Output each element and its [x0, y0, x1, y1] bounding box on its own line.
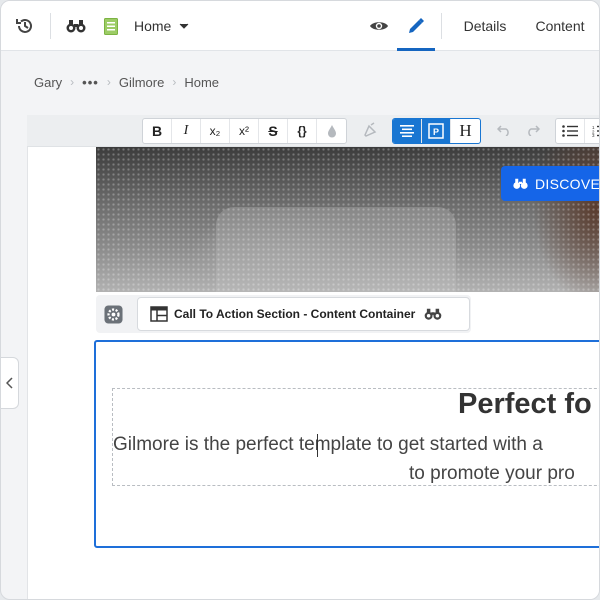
breadcrumb-chevron-icon: ›	[106, 75, 111, 89]
app-frame: Home Details Content Gary › ••• › Gilmor…	[0, 0, 600, 600]
page-selector[interactable]: Home	[134, 1, 194, 51]
rich-text-toolbar: B I x₂ x² S {} P H 1 2 3	[142, 118, 599, 144]
chevron-left-icon	[6, 377, 13, 389]
color-drop-icon[interactable]	[317, 119, 346, 143]
gear-icon[interactable]	[102, 303, 124, 325]
undo-icon[interactable]	[489, 118, 518, 142]
binoculars-icon[interactable]	[424, 307, 442, 321]
code-button[interactable]: {}	[288, 119, 317, 143]
breadcrumb-item[interactable]: Gilmore	[119, 75, 165, 90]
bold-button[interactable]: B	[143, 119, 172, 143]
tab-content-label: Content	[535, 18, 585, 34]
tab-details[interactable]: Details	[457, 1, 513, 51]
clear-format-icon[interactable]	[355, 118, 384, 142]
cta-body-line-2[interactable]: to promote your pro	[409, 463, 575, 485]
tab-details-label: Details	[463, 18, 507, 34]
text-caret	[317, 434, 318, 457]
breadcrumb-item[interactable]: Home	[184, 75, 219, 90]
page-selector-label: Home	[134, 18, 172, 34]
discover-button[interactable]: DISCOVE	[501, 166, 600, 201]
svg-text:P: P	[433, 127, 439, 137]
italic-button[interactable]: I	[172, 119, 201, 143]
superscript-button[interactable]: x²	[230, 119, 259, 143]
top-bar: Home Details Content	[1, 1, 599, 51]
breadcrumb-chevron-icon: ›	[70, 75, 75, 89]
breadcrumb: Gary › ••• › Gilmore › Home	[34, 73, 219, 91]
svg-text:3: 3	[592, 133, 595, 137]
numbered-list-icon[interactable]: 123	[585, 119, 599, 143]
history-icon[interactable]	[11, 1, 39, 51]
bullet-list-icon[interactable]	[556, 119, 585, 143]
redo-icon[interactable]	[518, 118, 547, 142]
page-document-icon	[101, 1, 121, 51]
cta-body-line-1[interactable]: Gilmore is the perfect template to get s…	[113, 434, 543, 456]
list-group: 123	[555, 118, 599, 144]
breadcrumb-chevron-icon: ›	[172, 75, 177, 89]
strikethrough-button[interactable]: S	[259, 119, 288, 143]
discover-button-label: DISCOVE	[535, 175, 600, 192]
binoculars-icon	[513, 178, 528, 189]
eye-icon[interactable]	[365, 1, 393, 51]
section-breadcrumb-chip[interactable]: Call To Action Section - Content Contain…	[137, 297, 470, 331]
paragraph-icon[interactable]: P	[422, 119, 451, 143]
subscript-button[interactable]: x₂	[201, 119, 230, 143]
collapse-panel-button[interactable]	[1, 357, 19, 409]
chevron-down-icon	[180, 23, 189, 29]
pencil-icon[interactable]	[401, 1, 431, 51]
table-layout-icon	[150, 306, 168, 322]
content-container[interactable]: Perfect fo Gilmore is the perfect templa…	[94, 340, 599, 548]
heading-button[interactable]: H	[451, 119, 480, 143]
breadcrumb-item[interactable]: Gary	[34, 75, 62, 90]
history-group	[489, 118, 547, 144]
cta-headline[interactable]: Perfect fo	[458, 388, 592, 421]
breadcrumb-more[interactable]: •••	[82, 75, 99, 90]
divider	[441, 13, 442, 39]
align-center-icon[interactable]	[393, 119, 422, 143]
binoculars-icon[interactable]	[63, 1, 89, 51]
clear-format-group	[355, 118, 384, 144]
tab-content[interactable]: Content	[529, 1, 591, 51]
format-group: B I x₂ x² S {}	[142, 118, 347, 144]
active-mode-indicator	[397, 48, 435, 51]
section-label: Call To Action Section - Content Contain…	[174, 307, 416, 321]
block-group: P H	[392, 118, 481, 144]
divider	[50, 13, 51, 39]
